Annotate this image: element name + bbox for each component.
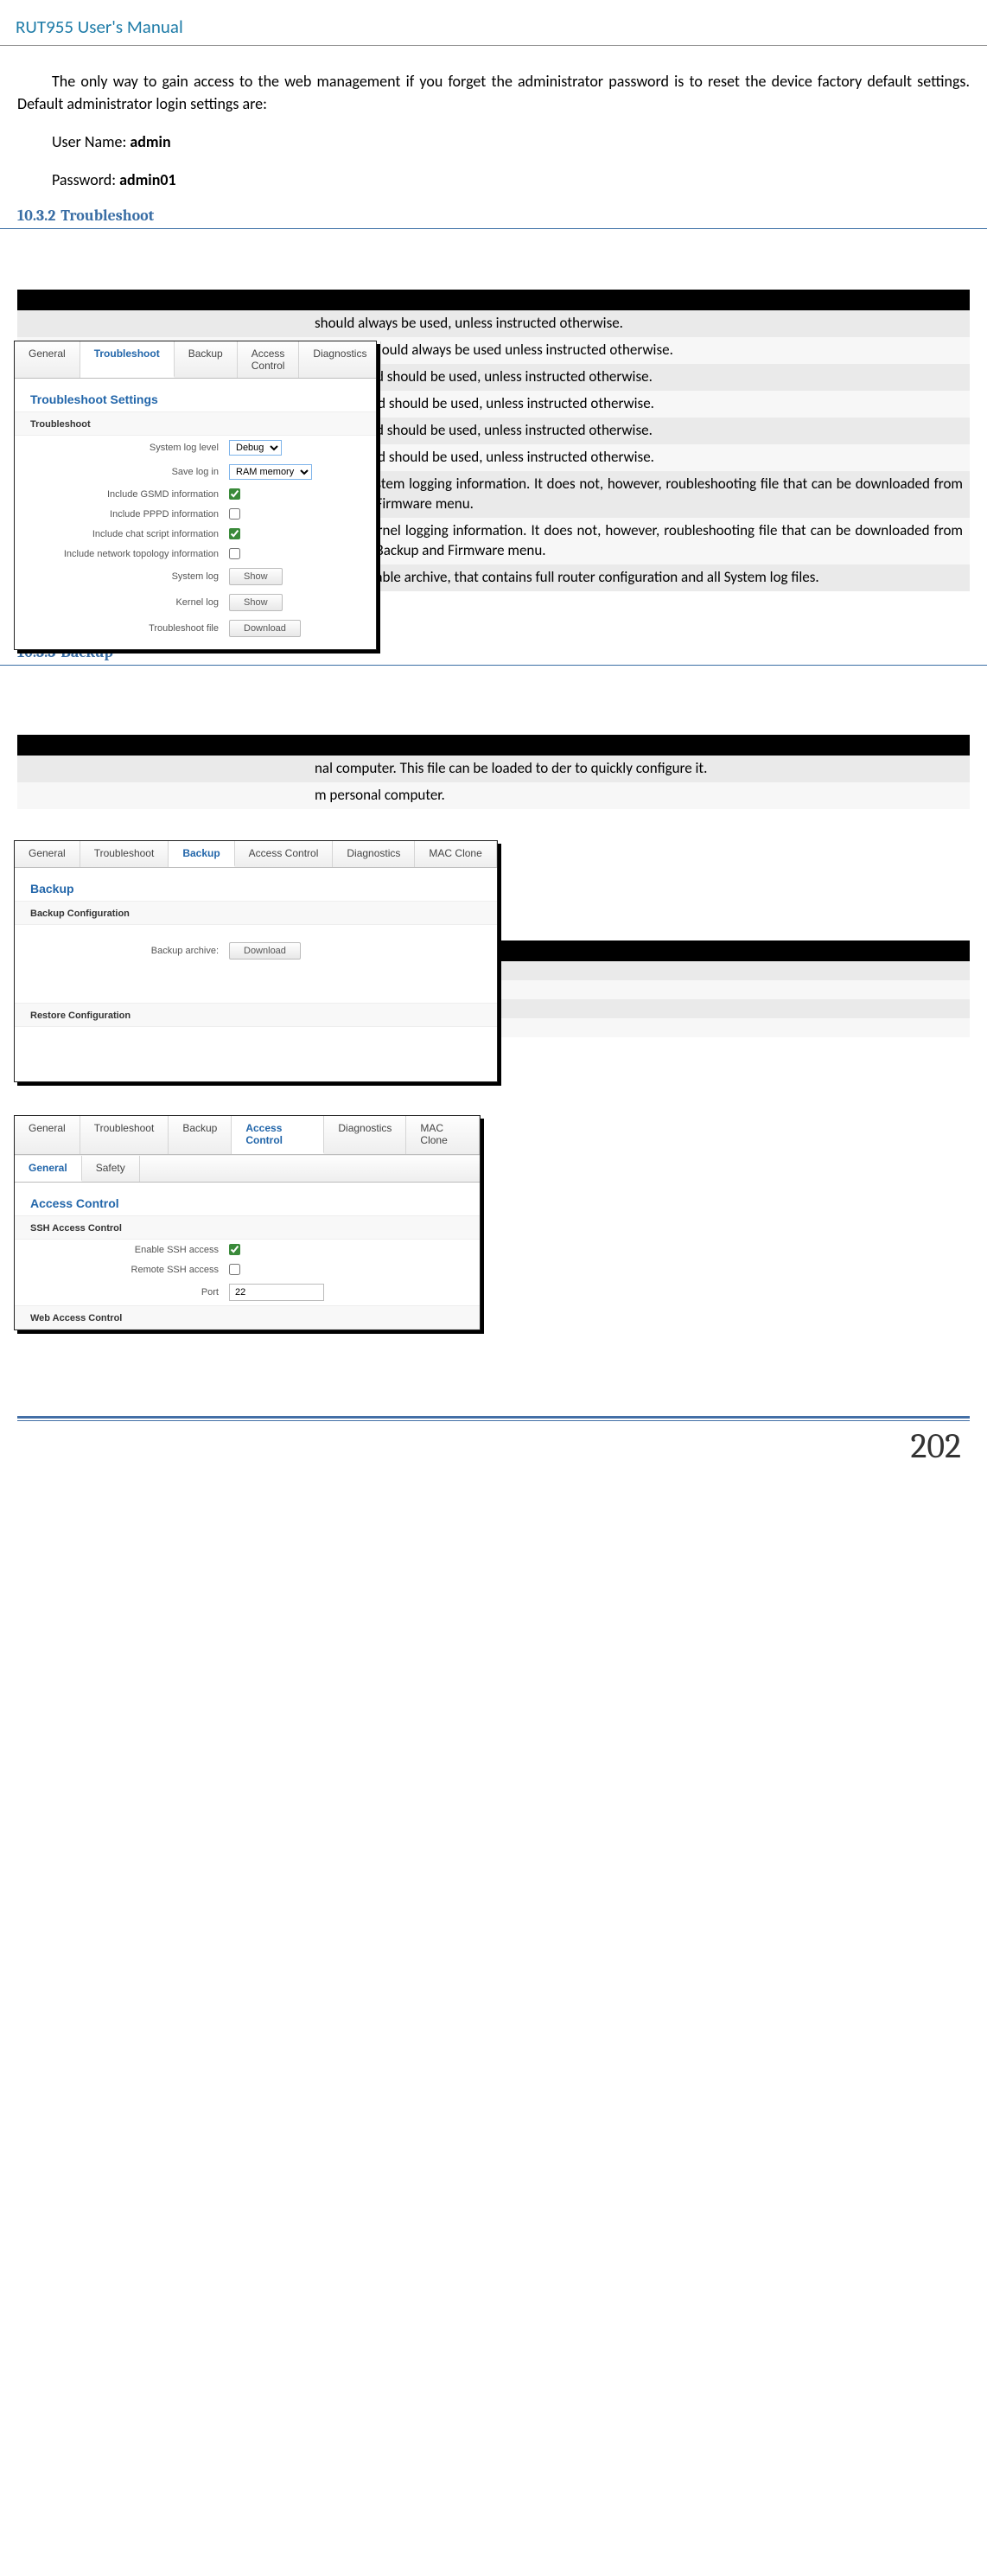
tab-diagnostics[interactable]: Diagnostics — [333, 841, 415, 867]
download-tfile-button[interactable]: Download — [229, 620, 301, 637]
subtabstrip: General Safety — [15, 1155, 480, 1183]
panel-title: Troubleshoot Settings — [15, 379, 376, 411]
show-syslog-button[interactable]: Show — [229, 568, 283, 585]
tab-troubleshoot[interactable]: Troubleshoot — [80, 341, 175, 378]
footer-line — [17, 1420, 970, 1421]
tab-general[interactable]: General — [15, 341, 80, 378]
tab-general[interactable]: General — [15, 1116, 80, 1154]
checkbox-remote-ssh[interactable] — [229, 1264, 240, 1275]
label-backup-archive: Backup archive: — [30, 946, 229, 956]
troubleshoot-panel: General Troubleshoot Backup Access Contr… — [14, 341, 377, 650]
tabstrip: General Troubleshoot Backup Access Contr… — [15, 1116, 480, 1155]
label-kernlog: Kernel log — [30, 597, 229, 608]
panel-title: Access Control — [15, 1183, 480, 1215]
password-label: Password: — [52, 170, 119, 189]
doc-title: RUT955 User's Manual — [0, 0, 987, 46]
label-topology: Include network topology information — [30, 549, 229, 559]
intro-paragraph: The only way to gain access to the web m… — [0, 70, 987, 115]
username-line: User Name: admin — [0, 131, 987, 153]
backup-table: nal computer. This file can be loaded to… — [17, 735, 970, 809]
panel-title: Backup — [15, 868, 497, 901]
restore-config-heading: Restore Configuration — [15, 1003, 497, 1027]
subtab-general[interactable]: General — [15, 1156, 82, 1182]
footer-line — [17, 1416, 970, 1419]
label-gsmd: Include GSMD information — [30, 489, 229, 500]
tab-mac-clone[interactable]: MAC Clone — [415, 841, 496, 867]
access-control-panel: General Troubleshoot Backup Access Contr… — [14, 1115, 481, 1330]
label-syslog-level: System log level — [30, 443, 229, 453]
subtab-safety[interactable]: Safety — [82, 1156, 140, 1182]
tab-troubleshoot[interactable]: Troubleshoot — [80, 1116, 169, 1154]
tab-diagnostics[interactable]: Diagnostics — [324, 1116, 406, 1154]
username-label: User Name: — [52, 132, 130, 151]
label-enable-ssh: Enable SSH access — [30, 1245, 229, 1255]
label-syslog: System log — [30, 571, 229, 582]
download-backup-button[interactable]: Download — [229, 942, 301, 960]
tab-general[interactable]: General — [15, 841, 80, 867]
checkbox-pppd[interactable] — [229, 508, 240, 520]
tabstrip: General Troubleshoot Backup Access Contr… — [15, 841, 497, 868]
label-remote-ssh: Remote SSH access — [30, 1265, 229, 1275]
checkbox-chat[interactable] — [229, 528, 240, 539]
select-save-log[interactable]: RAM memory — [229, 464, 312, 480]
table-row: m personal computer. — [17, 782, 970, 809]
section-number: 10.3.2 — [17, 207, 55, 225]
tab-backup[interactable]: Backup — [169, 841, 234, 867]
tab-backup[interactable]: Backup — [169, 1116, 232, 1154]
table-row: should always be used, unless instructed… — [17, 310, 970, 337]
checkbox-gsmd[interactable] — [229, 488, 240, 500]
label-port: Port — [30, 1287, 229, 1298]
backup-config-heading: Backup Configuration — [15, 901, 497, 925]
username-value: admin — [130, 132, 170, 151]
label-tfile: Troubleshoot file — [30, 623, 229, 634]
label-chat: Include chat script information — [30, 529, 229, 539]
tab-access-control[interactable]: Access Control — [235, 841, 334, 867]
section-troubleshoot-heading: 10.3.2 Troubleshoot — [0, 207, 987, 229]
tab-access-control[interactable]: Access Control — [232, 1116, 324, 1154]
tab-mac-clone[interactable]: MAC Clone — [406, 1116, 480, 1154]
ssh-section-heading: SSH Access Control — [15, 1215, 480, 1240]
password-value: admin01 — [119, 170, 176, 189]
show-kernlog-button[interactable]: Show — [229, 594, 283, 611]
section-name: Troubleshoot — [60, 207, 154, 225]
input-port[interactable] — [229, 1284, 324, 1301]
checkbox-enable-ssh[interactable] — [229, 1244, 240, 1255]
select-syslog-level[interactable]: Debug — [229, 440, 282, 456]
checkbox-topology[interactable] — [229, 548, 240, 559]
tabstrip: General Troubleshoot Backup Access Contr… — [15, 341, 376, 379]
password-line: Password: admin01 — [0, 169, 987, 191]
panel-subtitle: Troubleshoot — [15, 411, 376, 436]
label-save-log: Save log in — [30, 467, 229, 477]
web-section-heading: Web Access Control — [15, 1305, 480, 1329]
tab-access-control[interactable]: Access Control — [238, 341, 300, 378]
table-row: nal computer. This file can be loaded to… — [17, 756, 970, 782]
tab-troubleshoot[interactable]: Troubleshoot — [80, 841, 169, 867]
backup-panel: General Troubleshoot Backup Access Contr… — [14, 840, 498, 1082]
tab-backup[interactable]: Backup — [175, 341, 238, 378]
label-pppd: Include PPPD information — [30, 509, 229, 520]
tab-diagnostics[interactable]: Diagnostics — [299, 341, 381, 378]
page-number: 202 — [911, 1426, 961, 1466]
